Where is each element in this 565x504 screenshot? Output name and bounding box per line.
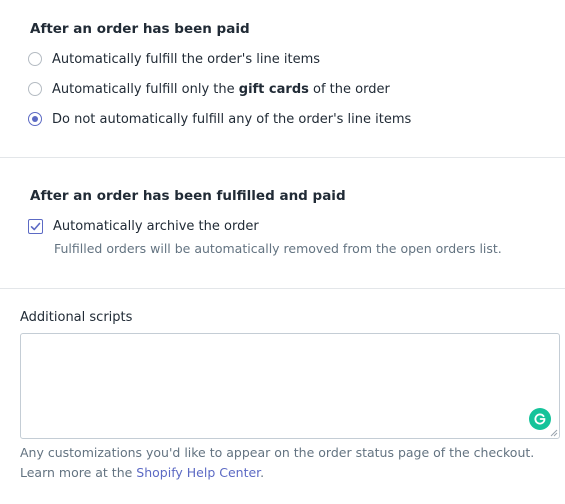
help-line-2-suffix: . — [260, 465, 265, 480]
label-bold-text: gift cards — [238, 81, 309, 97]
archive-order-checkbox[interactable] — [28, 218, 43, 234]
archive-help-text: Fulfilled orders will be automatically r… — [54, 241, 502, 256]
radio-do-not-fulfill-label: Do not automatically fulfill any of the … — [52, 111, 412, 127]
label-text: Automatically fulfill only the — [52, 81, 239, 97]
radio-do-not-fulfill[interactable]: Do not automatically fulfill any of the … — [28, 109, 411, 129]
fulfilled-section-heading: After an order has been fulfilled and pa… — [30, 188, 346, 204]
radio-fulfill-all[interactable]: Automatically fulfill the order's line i… — [28, 49, 320, 69]
grammarly-g-glyph — [534, 413, 546, 425]
radio-button[interactable] — [28, 82, 42, 96]
resize-grip-icon[interactable] — [550, 429, 558, 437]
paid-section-heading: After an order has been paid — [30, 21, 250, 37]
radio-fulfill-gift-cards-label: Automatically fulfill only the gift card… — [52, 82, 390, 97]
radio-button-selected[interactable] — [28, 112, 42, 126]
help-line-2-prefix: Learn more at the — [20, 465, 137, 480]
additional-scripts-help: Any customizations you'd like to appear … — [20, 443, 560, 483]
section-divider — [0, 157, 565, 158]
checkmark-icon — [30, 222, 41, 230]
archive-order-checkbox-row[interactable]: Automatically archive the order — [28, 216, 259, 236]
paid-section: After an order has been paid Automatical… — [0, 0, 565, 157]
additional-scripts-field[interactable] — [20, 333, 560, 439]
additional-scripts-label: Additional scripts — [20, 310, 133, 325]
additional-scripts-textarea[interactable] — [21, 334, 559, 438]
radio-fulfill-gift-cards[interactable]: Automatically fulfill only the gift card… — [28, 79, 390, 99]
archive-order-label: Automatically archive the order — [53, 218, 259, 234]
grammarly-icon[interactable] — [529, 408, 551, 430]
order-processing-settings: After an order has been paid Automatical… — [0, 0, 565, 504]
radio-button[interactable] — [28, 52, 42, 66]
label-text: of the order — [308, 81, 390, 97]
help-line-1: Any customizations you'd like to appear … — [20, 445, 535, 460]
shopify-help-center-link[interactable]: Shopify Help Center — [136, 465, 260, 480]
section-divider — [0, 288, 565, 289]
radio-fulfill-all-label: Automatically fulfill the order's line i… — [52, 51, 321, 67]
